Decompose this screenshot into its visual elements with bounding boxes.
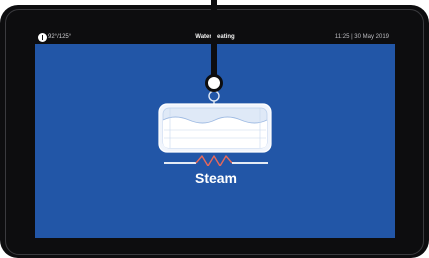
callout-line (211, 0, 217, 76)
valve-icon (208, 90, 220, 104)
datetime: 11:25 | 30 May 2019 (334, 34, 389, 40)
heating-element-icon (164, 155, 268, 166)
water-tank-illustration (158, 90, 272, 166)
callout-marker (205, 74, 223, 92)
tank-status-label: Steam (194, 170, 238, 186)
water-tank-icon (158, 103, 272, 153)
